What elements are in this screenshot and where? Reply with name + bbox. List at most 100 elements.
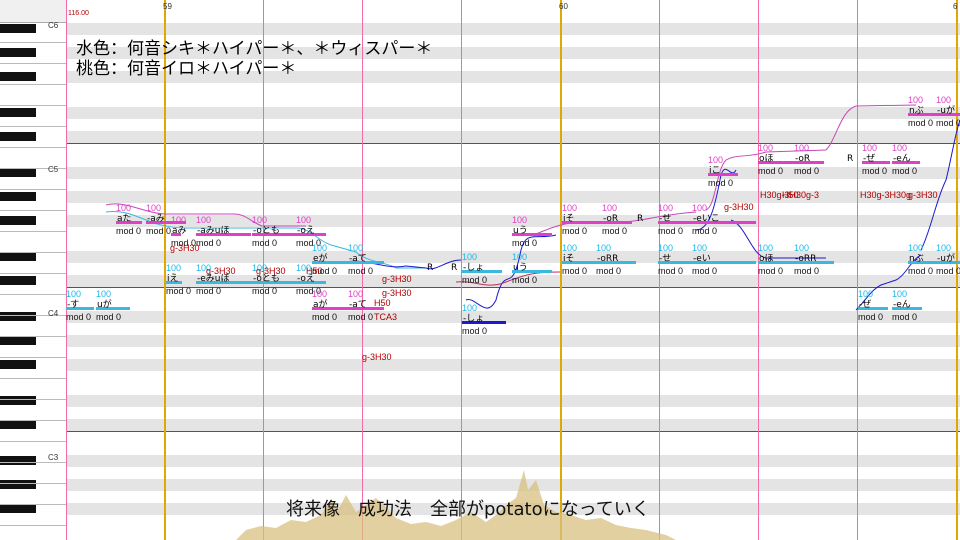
- note[interactable]: iそ: [562, 214, 602, 224]
- note-flag: g-3H30: [170, 243, 200, 253]
- note[interactable]: iこ: [708, 166, 738, 176]
- velocity-label: 100: [602, 203, 618, 213]
- note[interactable]: R: [636, 214, 646, 224]
- piano-roll-canvas[interactable]: 59 60 6 116.00 -す 100 mod 0 uが 100 mod 0 aた 100…: [66, 0, 960, 540]
- black-key[interactable]: [0, 336, 36, 345]
- black-key[interactable]: [0, 48, 36, 57]
- note[interactable]: -しょ: [462, 263, 502, 273]
- modulation-label: mod 0: [658, 266, 684, 276]
- note[interactable]: -oRR: [596, 254, 636, 264]
- note[interactable]: R: [426, 263, 436, 273]
- note[interactable]: -eい: [692, 254, 756, 264]
- velocity-label: 100: [596, 243, 612, 253]
- note[interactable]: aみ: [171, 226, 187, 236]
- piano-roll-keyboard[interactable]: C6 C5 C4 C3: [0, 0, 67, 540]
- legend-pink: 桃色：何音イロ＊ハイパー＊: [76, 59, 297, 79]
- black-key[interactable]: [0, 168, 36, 177]
- velocity-label: 100: [892, 143, 908, 153]
- modulation-label: mod 0: [602, 226, 628, 236]
- octave-label-c6: C6: [48, 21, 59, 30]
- note[interactable]: -eん: [892, 300, 922, 310]
- modulation-label: mod 0: [892, 166, 918, 176]
- modulation-label: mod 0: [512, 238, 538, 248]
- black-key[interactable]: [0, 24, 36, 33]
- modulation-label: mod 0: [252, 238, 278, 248]
- velocity-label: 100: [196, 215, 212, 225]
- note[interactable]: -oRR: [794, 254, 834, 264]
- black-key[interactable]: [0, 72, 36, 81]
- black-key[interactable]: [0, 396, 36, 405]
- velocity-label: 100: [794, 143, 810, 153]
- note-flag: H30g-3H30g: [860, 190, 912, 200]
- velocity-label: 100: [562, 243, 578, 253]
- black-key[interactable]: [0, 252, 36, 261]
- modulation-label: mod 0: [116, 226, 142, 236]
- note[interactable]: -oR: [602, 214, 632, 224]
- note[interactable]: -uが: [936, 254, 960, 264]
- note-layer[interactable]: -す 100 mod 0 uが 100 mod 0 aた 100 mod 0 -aみ 100 mod …: [66, 0, 960, 540]
- black-key[interactable]: [0, 312, 36, 321]
- black-key[interactable]: [0, 192, 36, 201]
- velocity-label: 100: [758, 243, 774, 253]
- lyric-subtitle: 将来像 成功法 全部がpotatoになっていく: [286, 499, 650, 520]
- note[interactable]: -uが: [936, 106, 960, 116]
- note-flag: TCA3: [374, 312, 398, 322]
- note[interactable]: R: [450, 263, 460, 273]
- note[interactable]: eが: [312, 254, 348, 264]
- velocity-label: 100: [794, 243, 810, 253]
- note[interactable]: uが: [96, 300, 130, 310]
- velocity-label: 100: [658, 243, 674, 253]
- note[interactable]: oほ: [758, 254, 798, 264]
- note[interactable]: oほ: [758, 154, 798, 164]
- note[interactable]: -ぜ: [858, 300, 888, 310]
- velocity-label: 100: [692, 243, 708, 253]
- velocity-label: 100: [116, 203, 132, 213]
- black-key[interactable]: [0, 480, 36, 489]
- note[interactable]: -oR: [794, 154, 824, 164]
- note-flag: g-3H30: [206, 266, 236, 276]
- note-flag: g-3H30: [908, 190, 938, 200]
- note[interactable]: iえ: [166, 274, 182, 284]
- note[interactable]: -eいこ: [692, 214, 756, 224]
- note[interactable]: -しょ: [462, 314, 506, 324]
- black-key[interactable]: [0, 456, 36, 465]
- note[interactable]: -eん: [892, 154, 920, 164]
- velocity-label: 100: [708, 155, 724, 165]
- note[interactable]: -す: [66, 300, 94, 310]
- modulation-label: mod 0: [196, 286, 222, 296]
- modulation-label: mod 0: [196, 238, 222, 248]
- note-flag: H50: [782, 190, 799, 200]
- note-flag: g-3H30: [724, 202, 754, 212]
- modulation-label: mod 0: [892, 312, 918, 322]
- modulation-label: mod 0: [908, 118, 934, 128]
- black-key[interactable]: [0, 504, 36, 513]
- modulation-label: mod 0: [252, 286, 278, 296]
- modulation-label: mod 0: [562, 226, 588, 236]
- note[interactable]: aた: [116, 214, 142, 224]
- black-key[interactable]: [0, 420, 36, 429]
- black-key[interactable]: [0, 132, 36, 141]
- note[interactable]: -aみuほ: [196, 226, 251, 236]
- note[interactable]: -oとも: [252, 226, 302, 236]
- note[interactable]: -oえ: [296, 226, 326, 236]
- modulation-label: mod 0: [858, 312, 884, 322]
- note[interactable]: -aて: [348, 254, 384, 264]
- note-flag: H50: [374, 298, 391, 308]
- velocity-label: 100: [892, 289, 908, 299]
- black-key[interactable]: [0, 360, 36, 369]
- velocity-label: 100: [348, 243, 364, 253]
- note[interactable]: -ぜ: [862, 154, 890, 164]
- note[interactable]: nぶ: [908, 106, 938, 116]
- note[interactable]: R: [846, 154, 856, 164]
- black-key[interactable]: [0, 108, 36, 117]
- black-key[interactable]: [0, 276, 36, 285]
- modulation-label: mod 0: [692, 266, 718, 276]
- note[interactable]: nぶ: [908, 254, 938, 264]
- octave-label-c4: C4: [48, 309, 59, 318]
- black-key[interactable]: [0, 216, 36, 225]
- note[interactable]: aが: [312, 300, 348, 310]
- note[interactable]: uう: [512, 226, 552, 236]
- note[interactable]: uう: [512, 263, 552, 273]
- velocity-label: 100: [862, 143, 878, 153]
- modulation-label: mod 0: [658, 226, 684, 236]
